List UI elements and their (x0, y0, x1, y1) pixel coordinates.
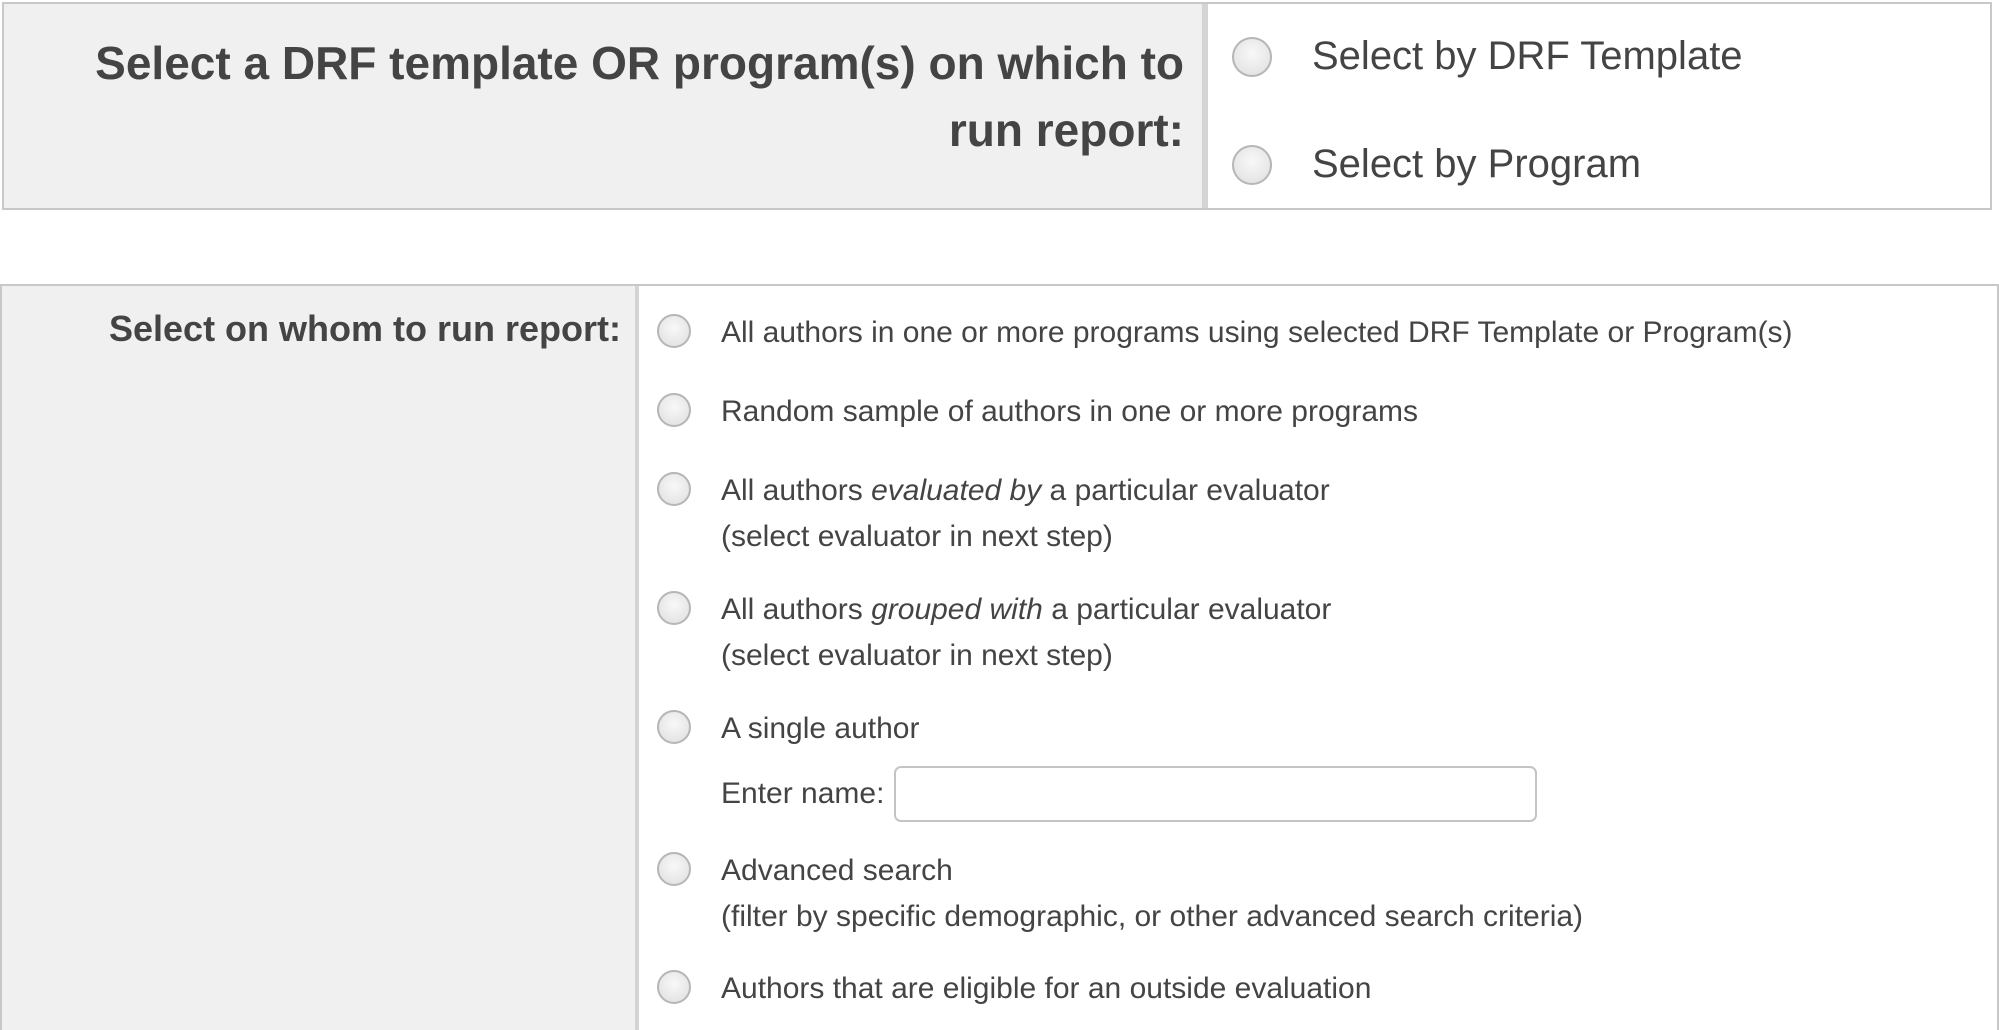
outside-evaluation-label: Authors that are eligible for an outside… (721, 972, 1372, 1005)
target-selection-label-cell: Select on whom to run report: (2, 286, 639, 1030)
evaluated-by-radio[interactable] (657, 472, 691, 506)
option-grouped-with[interactable]: All authors grouped with a particular ev… (657, 587, 1331, 679)
option-select-by-drf-template[interactable]: Select by DRF Template (1232, 34, 1743, 79)
grouped-with-prefix: All authors (721, 593, 872, 626)
evaluated-by-hint: (select evaluator in next step) (721, 520, 1113, 553)
advanced-search-hint: (filter by specific demographic, or othe… (721, 900, 1584, 933)
advanced-search-label: Advanced search (721, 854, 953, 887)
evaluated-by-suffix: a particular evaluator (1041, 474, 1330, 507)
all-authors-text[interactable]: All authors in one or more programs usin… (721, 310, 1793, 356)
option-select-by-program[interactable]: Select by Program (1232, 142, 1641, 187)
author-name-input[interactable] (894, 766, 1538, 822)
single-author-label[interactable]: A single author (721, 706, 1537, 752)
drf-template-radio[interactable] (1232, 36, 1272, 77)
outside-evaluation-text[interactable]: Authors that are eligible for an outside… (721, 966, 1371, 1012)
advanced-search-text[interactable]: Advanced search (filter by specific demo… (721, 848, 1583, 940)
option-random-sample[interactable]: Random sample of authors in one or more … (657, 389, 1418, 435)
option-outside-evaluation[interactable]: Authors that are eligible for an outside… (657, 966, 1371, 1012)
source-selection-label-cell: Select a DRF template OR program(s) on w… (4, 4, 1208, 208)
grouped-with-hint: (select evaluator in next step) (721, 639, 1113, 672)
program-radio-label[interactable]: Select by Program (1312, 142, 1641, 187)
source-selection-options: Select by DRF Template Select by Program (1208, 4, 1990, 208)
grouped-with-emphasis: grouped with (871, 593, 1043, 626)
enter-name-label: Enter name: (721, 777, 885, 810)
evaluated-by-label: All authors evaluated by a particular ev… (721, 468, 1330, 514)
grouped-with-text[interactable]: All authors grouped with a particular ev… (721, 587, 1331, 679)
source-selection-label: Select a DRF template OR program(s) on w… (95, 37, 1184, 156)
option-advanced-search[interactable]: Advanced search (filter by specific demo… (657, 848, 1583, 940)
outside-evaluation-radio[interactable] (657, 970, 691, 1004)
report-setup-page: Select a DRF template OR program(s) on w… (0, 0, 1999, 1030)
grouped-with-label: All authors grouped with a particular ev… (721, 587, 1331, 633)
random-sample-radio[interactable] (657, 393, 691, 427)
option-evaluated-by[interactable]: All authors evaluated by a particular ev… (657, 468, 1330, 560)
source-selection-row: Select a DRF template OR program(s) on w… (2, 2, 1992, 210)
random-sample-text[interactable]: Random sample of authors in one or more … (721, 389, 1418, 435)
grouped-with-suffix: a particular evaluator (1042, 593, 1332, 626)
random-sample-label: Random sample of authors in one or more … (721, 395, 1419, 428)
option-single-author[interactable]: A single author Enter name: (657, 706, 1538, 822)
program-radio[interactable] (1232, 144, 1272, 185)
option-all-authors[interactable]: All authors in one or more programs usin… (657, 310, 1793, 356)
evaluated-by-text[interactable]: All authors evaluated by a particular ev… (721, 468, 1330, 560)
target-selection-options: All authors in one or more programs usin… (639, 286, 1997, 1030)
single-author-radio[interactable] (657, 710, 691, 744)
single-author-text: A single author Enter name: (721, 706, 1538, 822)
enter-name-row: Enter name: (721, 766, 1538, 822)
grouped-with-radio[interactable] (657, 591, 691, 625)
target-selection-row: Select on whom to run report: All author… (0, 284, 1999, 1030)
all-authors-label: All authors in one or more programs usin… (721, 316, 1793, 349)
all-authors-radio[interactable] (657, 314, 691, 348)
target-selection-label: Select on whom to run report: (108, 308, 621, 349)
evaluated-by-emphasis: evaluated by (871, 474, 1042, 507)
advanced-search-radio[interactable] (657, 852, 691, 886)
drf-template-radio-label[interactable]: Select by DRF Template (1312, 34, 1743, 79)
evaluated-by-prefix: All authors (721, 474, 872, 507)
